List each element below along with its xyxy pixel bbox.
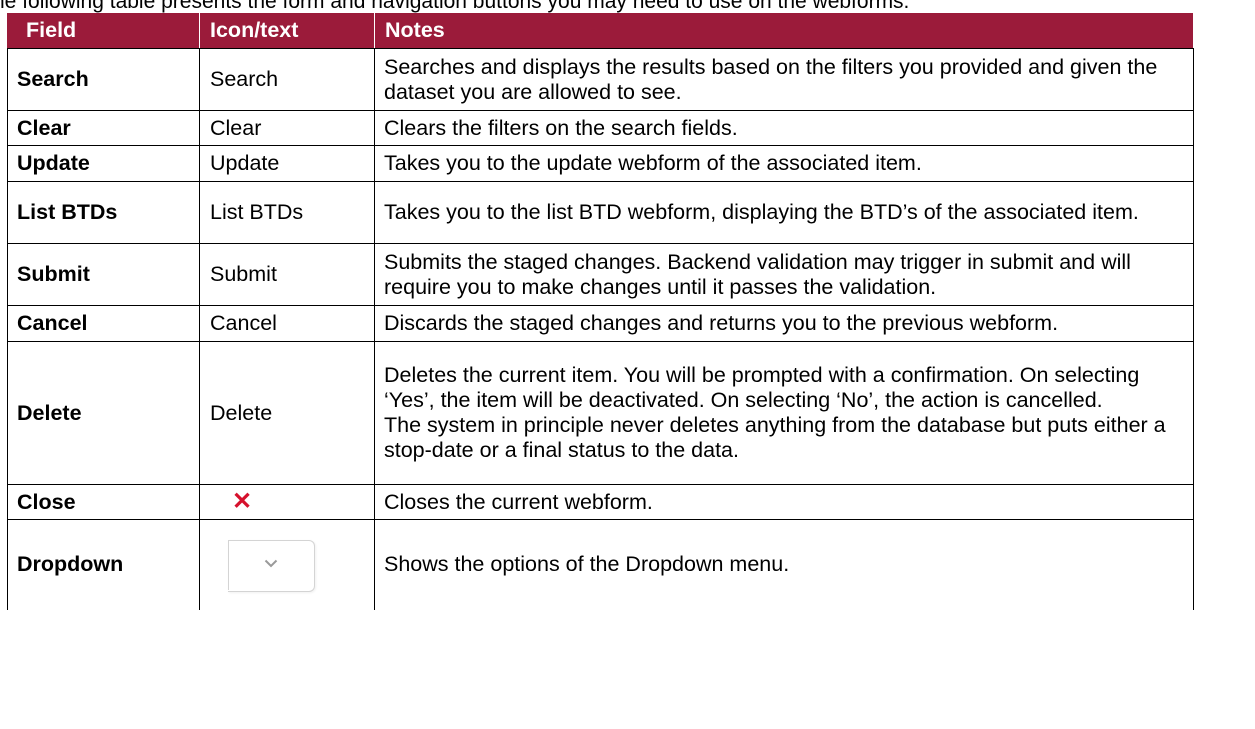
table-row: Submit Submit Submits the staged changes… xyxy=(7,243,1194,306)
field-name: Delete xyxy=(7,341,200,485)
table-header-row: Field Icon/text Notes xyxy=(7,13,1194,49)
notes-cell: Takes you to the update webform of the a… xyxy=(374,145,1194,182)
header-notes: Notes xyxy=(374,13,1194,49)
table-row: Dropdown Shows the options of the Dropdo… xyxy=(7,519,1194,610)
notes-paragraph: Deletes the current item. You will be pr… xyxy=(384,363,1140,412)
table-row: Close ✕ Closes the current webform. xyxy=(7,484,1194,520)
header-field: Field xyxy=(7,13,200,49)
field-name: Cancel xyxy=(7,305,200,342)
table-row: Search Search Searches and displays the … xyxy=(7,48,1194,111)
field-name: Dropdown xyxy=(7,519,200,610)
notes-paragraph: The system in principle never deletes an… xyxy=(384,413,1166,462)
field-name: Submit xyxy=(7,243,200,306)
notes-cell: Clears the filters on the search fields. xyxy=(374,110,1194,146)
notes-cell: Deletes the current item. You will be pr… xyxy=(374,341,1194,485)
notes-cell: Searches and displays the results based … xyxy=(374,48,1194,111)
field-name: Update xyxy=(7,145,200,182)
notes-cell: Closes the current webform. xyxy=(374,484,1194,520)
table-row: Cancel Cancel Discards the staged change… xyxy=(7,305,1194,342)
table-row: Update Update Takes you to the update we… xyxy=(7,145,1194,182)
icon-text: Clear xyxy=(199,110,375,146)
notes-cell: Submits the staged changes. Backend vali… xyxy=(374,243,1194,306)
icon-text: Search xyxy=(199,48,375,111)
table-row: Clear Clear Clears the filters on the se… xyxy=(7,110,1194,146)
field-name: Search xyxy=(7,48,200,111)
intro-text: he following table presents the form and… xyxy=(0,0,910,13)
header-icon-text: Icon/text xyxy=(199,13,375,49)
notes-cell: Discards the staged changes and returns … xyxy=(374,305,1194,342)
icon-text: List BTDs xyxy=(199,181,375,244)
icon-cell xyxy=(199,519,375,610)
close-x-icon: ✕ xyxy=(232,488,253,515)
dropdown-chevron-icon xyxy=(228,539,316,592)
icon-text: Cancel xyxy=(199,305,375,342)
field-name: Close xyxy=(7,484,200,520)
table-row: Delete Delete Deletes the current item. … xyxy=(7,341,1194,485)
icon-cell: ✕ xyxy=(199,484,375,520)
field-name: Clear xyxy=(7,110,200,146)
table-row: List BTDs List BTDs Takes you to the lis… xyxy=(7,181,1194,244)
icon-text: Submit xyxy=(199,243,375,306)
icon-text: Delete xyxy=(199,341,375,485)
field-name: List BTDs xyxy=(7,181,200,244)
notes-cell: Takes you to the list BTD webform, displ… xyxy=(374,181,1194,244)
buttons-reference-table: Field Icon/text Notes Search Search Sear… xyxy=(7,13,1194,610)
icon-text: Update xyxy=(199,145,375,182)
notes-cell: Shows the options of the Dropdown menu. xyxy=(374,519,1194,610)
